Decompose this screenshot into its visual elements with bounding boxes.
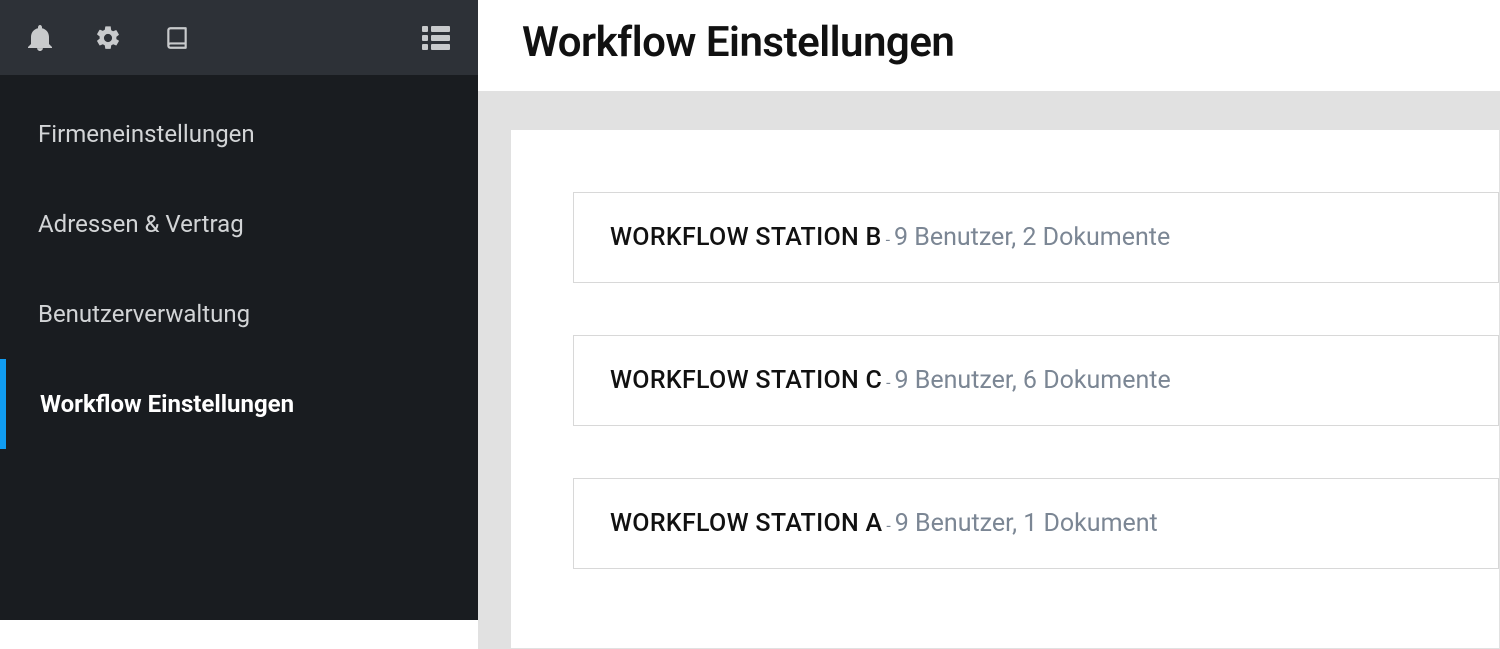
sidebar-item-label: Workflow Einstellungen (40, 390, 294, 418)
separator: - (882, 230, 894, 249)
sidebar-item-label: Benutzerverwaltung (38, 300, 250, 328)
bell-icon[interactable] (28, 25, 52, 51)
sidebar-item-benutzerverwaltung[interactable]: Benutzerverwaltung (0, 269, 478, 359)
separator: - (882, 516, 894, 535)
station-name: WORKFLOW STATION A (610, 509, 882, 538)
station-name: WORKFLOW STATION C (610, 366, 882, 395)
main-body: WORKFLOW STATION B - 9 Benutzer, 2 Dokum… (478, 93, 1500, 649)
station-card[interactable]: WORKFLOW STATION C - 9 Benutzer, 6 Dokum… (573, 335, 1499, 426)
main: Workflow Einstellungen WORKFLOW STATION … (478, 0, 1500, 620)
sidebar-item-label: Firmeneinstellungen (38, 120, 255, 148)
separator: - (882, 373, 894, 392)
station-card[interactable]: WORKFLOW STATION B - 9 Benutzer, 2 Dokum… (573, 192, 1499, 283)
sidebar: Firmeneinstellungen Adressen & Vertrag B… (0, 0, 478, 620)
sidebar-item-adressen-vertrag[interactable]: Adressen & Vertrag (0, 179, 478, 269)
book-icon[interactable] (164, 25, 190, 51)
station-card[interactable]: WORKFLOW STATION A - 9 Benutzer, 1 Dokum… (573, 478, 1499, 569)
main-header: Workflow Einstellungen (478, 0, 1500, 93)
sidebar-toolbar (0, 0, 478, 75)
station-meta: 9 Benutzer, 6 Dokumente (895, 366, 1171, 395)
page-title: Workflow Einstellungen (522, 18, 1500, 67)
sidebar-item-workflow-einstellungen[interactable]: Workflow Einstellungen (0, 359, 478, 449)
sidebar-nav: Firmeneinstellungen Adressen & Vertrag B… (0, 75, 478, 449)
stations-panel: WORKFLOW STATION B - 9 Benutzer, 2 Dokum… (510, 129, 1500, 649)
list-icon[interactable] (422, 26, 450, 50)
sidebar-item-label: Adressen & Vertrag (38, 210, 244, 238)
station-meta: 9 Benutzer, 1 Dokument (895, 509, 1158, 538)
sidebar-item-firmeneinstellungen[interactable]: Firmeneinstellungen (0, 89, 478, 179)
station-meta: 9 Benutzer, 2 Dokumente (894, 223, 1170, 252)
station-name: WORKFLOW STATION B (610, 223, 882, 252)
gear-icon[interactable] (94, 24, 122, 52)
